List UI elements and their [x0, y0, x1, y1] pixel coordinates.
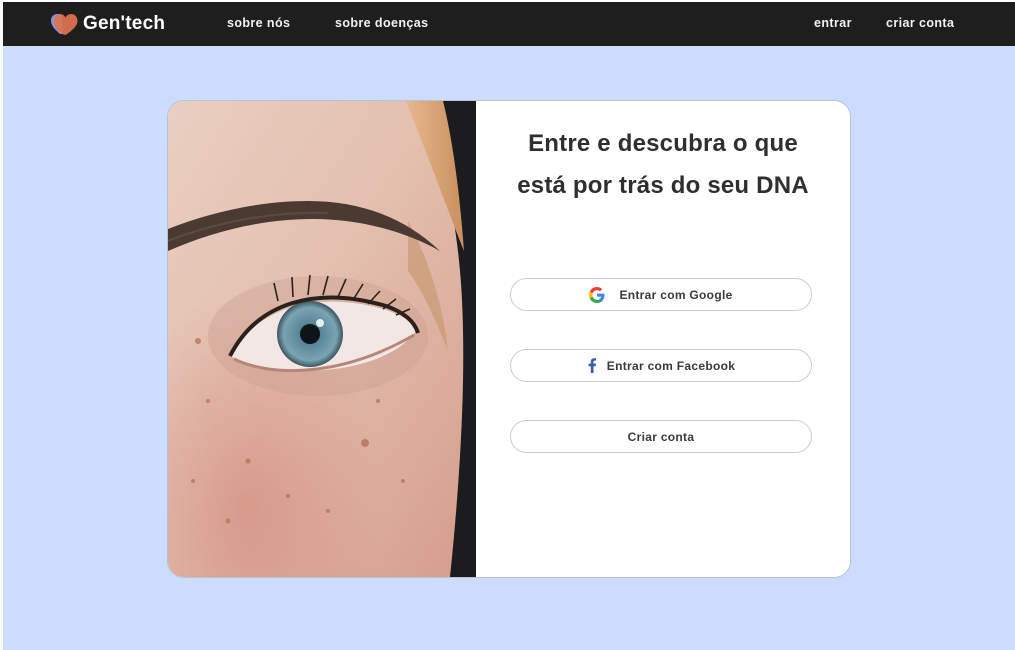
nav-link-entrar[interactable]: entrar [814, 16, 852, 30]
google-login-label: Entrar com Google [619, 287, 733, 302]
login-headline-line-2: está por trás do seu DNA [517, 172, 809, 199]
login-card: Entre e descubra o que está por trás do … [168, 101, 850, 577]
nav-link-sobre-doencas[interactable]: sobre doenças [335, 16, 428, 30]
create-account-label: Criar conta [627, 429, 695, 444]
google-icon [589, 286, 605, 303]
face-eye-photo [168, 101, 476, 577]
login-panel: Entre e descubra o que está por trás do … [476, 101, 850, 577]
login-headline-line-1: Entre e descubra o que [528, 130, 798, 157]
facebook-icon [587, 358, 597, 373]
heart-logo-icon [51, 12, 79, 36]
brand-name: Gen'tech [83, 13, 166, 34]
nav-link-criar-conta[interactable]: criar conta [886, 16, 954, 30]
create-account-button[interactable]: Criar conta [510, 420, 812, 453]
google-login-button[interactable]: Entrar com Google [510, 278, 812, 311]
login-headline: Entre e descubra o que está por trás do … [476, 123, 850, 207]
nav-link-sobre-nos[interactable]: sobre nós [227, 16, 290, 30]
facebook-login-button[interactable]: Entrar com Facebook [510, 349, 812, 382]
navbar: Gen'tech sobre nós sobre doenças entrar … [3, 2, 1015, 46]
page-background: Gen'tech sobre nós sobre doenças entrar … [3, 2, 1015, 650]
brand-logo[interactable]: Gen'tech [51, 12, 165, 36]
facebook-login-label: Entrar com Facebook [606, 358, 736, 373]
